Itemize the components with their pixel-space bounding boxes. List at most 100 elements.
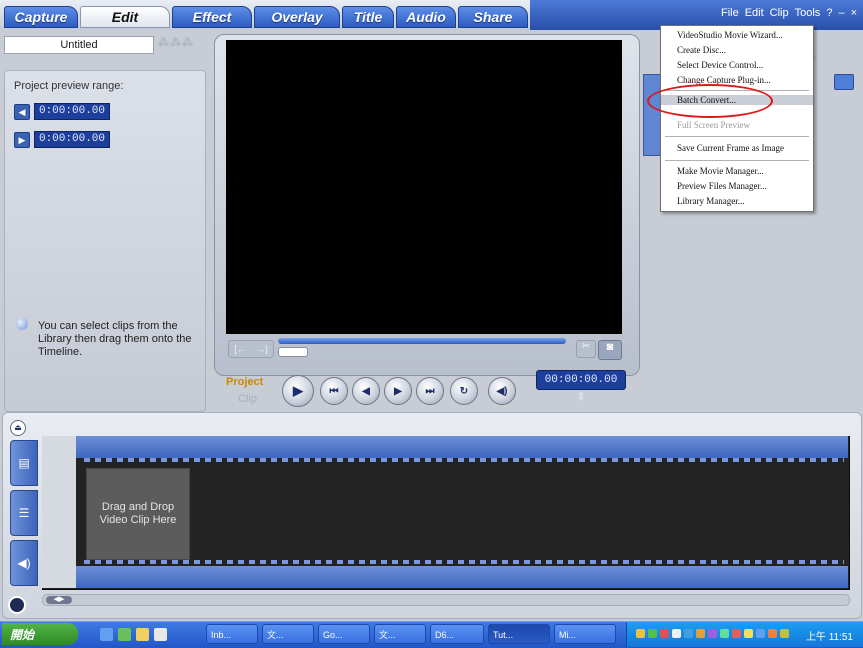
taskbar-item[interactable]: D6... [430,624,484,644]
filmstrip-bottom-band [76,566,848,588]
menu-item-save-current-frame[interactable]: Save Current Frame as Image [677,143,784,153]
app-logo: ⁂⁂⁂ [158,37,194,49]
tab-effect[interactable]: Effect [172,6,252,28]
menu-item-library-manager[interactable]: Library Manager... [677,196,744,206]
start-button[interactable]: 開始 [2,623,78,645]
menu-clip[interactable]: Clip [770,7,789,19]
taskbar-item-label: 文... [379,630,396,640]
menu-edit[interactable]: Edit [745,7,764,19]
annotation-circle [647,84,773,118]
tab-label: Effect [192,9,232,25]
tab-edit[interactable]: Edit [80,6,170,28]
mark-in-icon[interactable]: ◀ [14,104,30,120]
eject-icon[interactable]: ⏏ [10,420,26,436]
audio-view-tab[interactable]: ◀) [10,540,38,586]
tab-overlay[interactable]: Overlay [254,6,340,28]
filmstrip-top-band [76,436,848,458]
timeline-view-tab[interactable]: ☰ [10,490,38,536]
mark-in-out-buttons[interactable]: [← →] [228,340,274,358]
tray-icon[interactable] [756,629,765,638]
project-title-field[interactable]: Untitled [4,36,154,54]
timeline-settings-icon[interactable] [8,596,26,614]
menu-tools[interactable]: Tools [795,7,821,19]
range-end-field[interactable]: 0:00:00.00 [34,131,110,148]
timeline-view-tabs: ▤ ☰ ◀) [10,440,38,590]
quicklaunch-ie-icon[interactable] [100,628,113,641]
folder-icon[interactable] [834,74,854,90]
next-frame-button[interactable]: ▶ [384,377,412,405]
clip-drop-zone[interactable]: Drag and Drop Video Clip Here [86,468,190,560]
volume-button[interactable]: ◀) [488,377,516,405]
taskbar-item[interactable]: Go... [318,624,370,644]
taskbar-item[interactable]: 文... [262,624,314,644]
taskbar-item[interactable]: Inb... [206,624,258,644]
tray-icon[interactable] [780,629,789,638]
menu-item-make-movie-manager[interactable]: Make Movie Manager... [677,166,764,176]
menu-separator [665,136,809,137]
project-mode-label[interactable]: Project [226,376,263,388]
tab-title[interactable]: Title [342,6,394,28]
taskbar-item[interactable]: 文... [374,624,426,644]
play-button[interactable]: ▶ [282,375,314,407]
menu-file[interactable]: File [721,7,739,19]
timeline-nav-arrows-icon[interactable]: ◀▶ [46,596,72,604]
audio-icon: ◀) [17,556,31,570]
quicklaunch-app-icon[interactable] [118,628,131,641]
tab-share[interactable]: Share [458,6,528,28]
tray-icon[interactable] [708,629,717,638]
next-frame-icon: ▶ [394,385,402,397]
tray-icon[interactable] [684,629,693,638]
tab-label: Title [353,9,383,25]
menu-item-movie-wizard[interactable]: VideoStudio Movie Wizard... [677,30,783,40]
tray-icon[interactable] [660,629,669,638]
repeat-button[interactable]: ↻ [450,377,478,405]
end-button[interactable]: ⏭ [416,377,444,405]
taskbar-item-active[interactable]: Tut... [488,624,550,644]
home-button[interactable]: ⏮ [320,377,348,405]
tab-audio[interactable]: Audio [396,6,456,28]
play-icon: ▶ [293,383,303,398]
timeline-icon: ☰ [18,506,30,520]
menu-item-select-device-control[interactable]: Select Device Control... [677,60,763,70]
taskbar-clock[interactable]: 上午 11:51 [806,628,853,643]
tray-icon[interactable] [768,629,777,638]
mark-out-icon[interactable]: ▶ [14,132,30,148]
taskbar-item-label: D6... [435,630,455,640]
scrubber-handle[interactable] [278,347,308,357]
end-icon: ⏭ [425,385,435,397]
mark-in-icon[interactable]: [← [234,344,246,354]
clip-dropdown-menu: VideoStudio Movie Wizard... Create Disc.… [660,25,814,212]
help-button[interactable]: ? [826,7,832,19]
quicklaunch-folder-icon[interactable] [136,628,149,641]
timeline-scrollbar[interactable] [42,594,850,606]
tray-icon[interactable] [744,629,753,638]
tab-label: Capture [14,9,68,25]
timecode-field[interactable]: 00:00:00.00 ⇕ [536,370,626,404]
preview-progress-bar[interactable] [278,338,566,344]
storyboard-view-tab[interactable]: ▤ [10,440,38,486]
home-icon: ⏮ [329,385,339,397]
taskbar-item[interactable]: Mi... [554,624,616,644]
clip-mode-label[interactable]: Clip [238,393,257,405]
tray-icon[interactable] [732,629,741,638]
filmstrip-sprockets [84,458,844,462]
cut-icon[interactable]: ✂ [576,340,596,358]
start-label: 開始 [10,627,35,642]
previous-frame-button[interactable]: ◀ [352,377,380,405]
mark-out-icon[interactable]: →] [256,344,268,354]
minimize-button[interactable]: – [838,7,844,19]
tray-icon[interactable] [636,629,645,638]
tray-icon[interactable] [648,629,657,638]
timecode-spinner-icon[interactable]: ⇕ [576,392,585,404]
close-button[interactable]: × [851,7,857,19]
tray-icon[interactable] [696,629,705,638]
project-preview-panel [4,70,206,412]
tab-capture[interactable]: Capture [4,6,78,28]
menu-item-preview-files-manager[interactable]: Preview Files Manager... [677,181,767,191]
range-start-field[interactable]: 0:00:00.00 [34,103,110,120]
tray-icon[interactable] [672,629,681,638]
menu-item-create-disc[interactable]: Create Disc... [677,45,726,55]
quicklaunch-media-icon[interactable] [154,628,167,641]
snapshot-icon[interactable]: ◙ [598,340,622,360]
tray-icon[interactable] [720,629,729,638]
